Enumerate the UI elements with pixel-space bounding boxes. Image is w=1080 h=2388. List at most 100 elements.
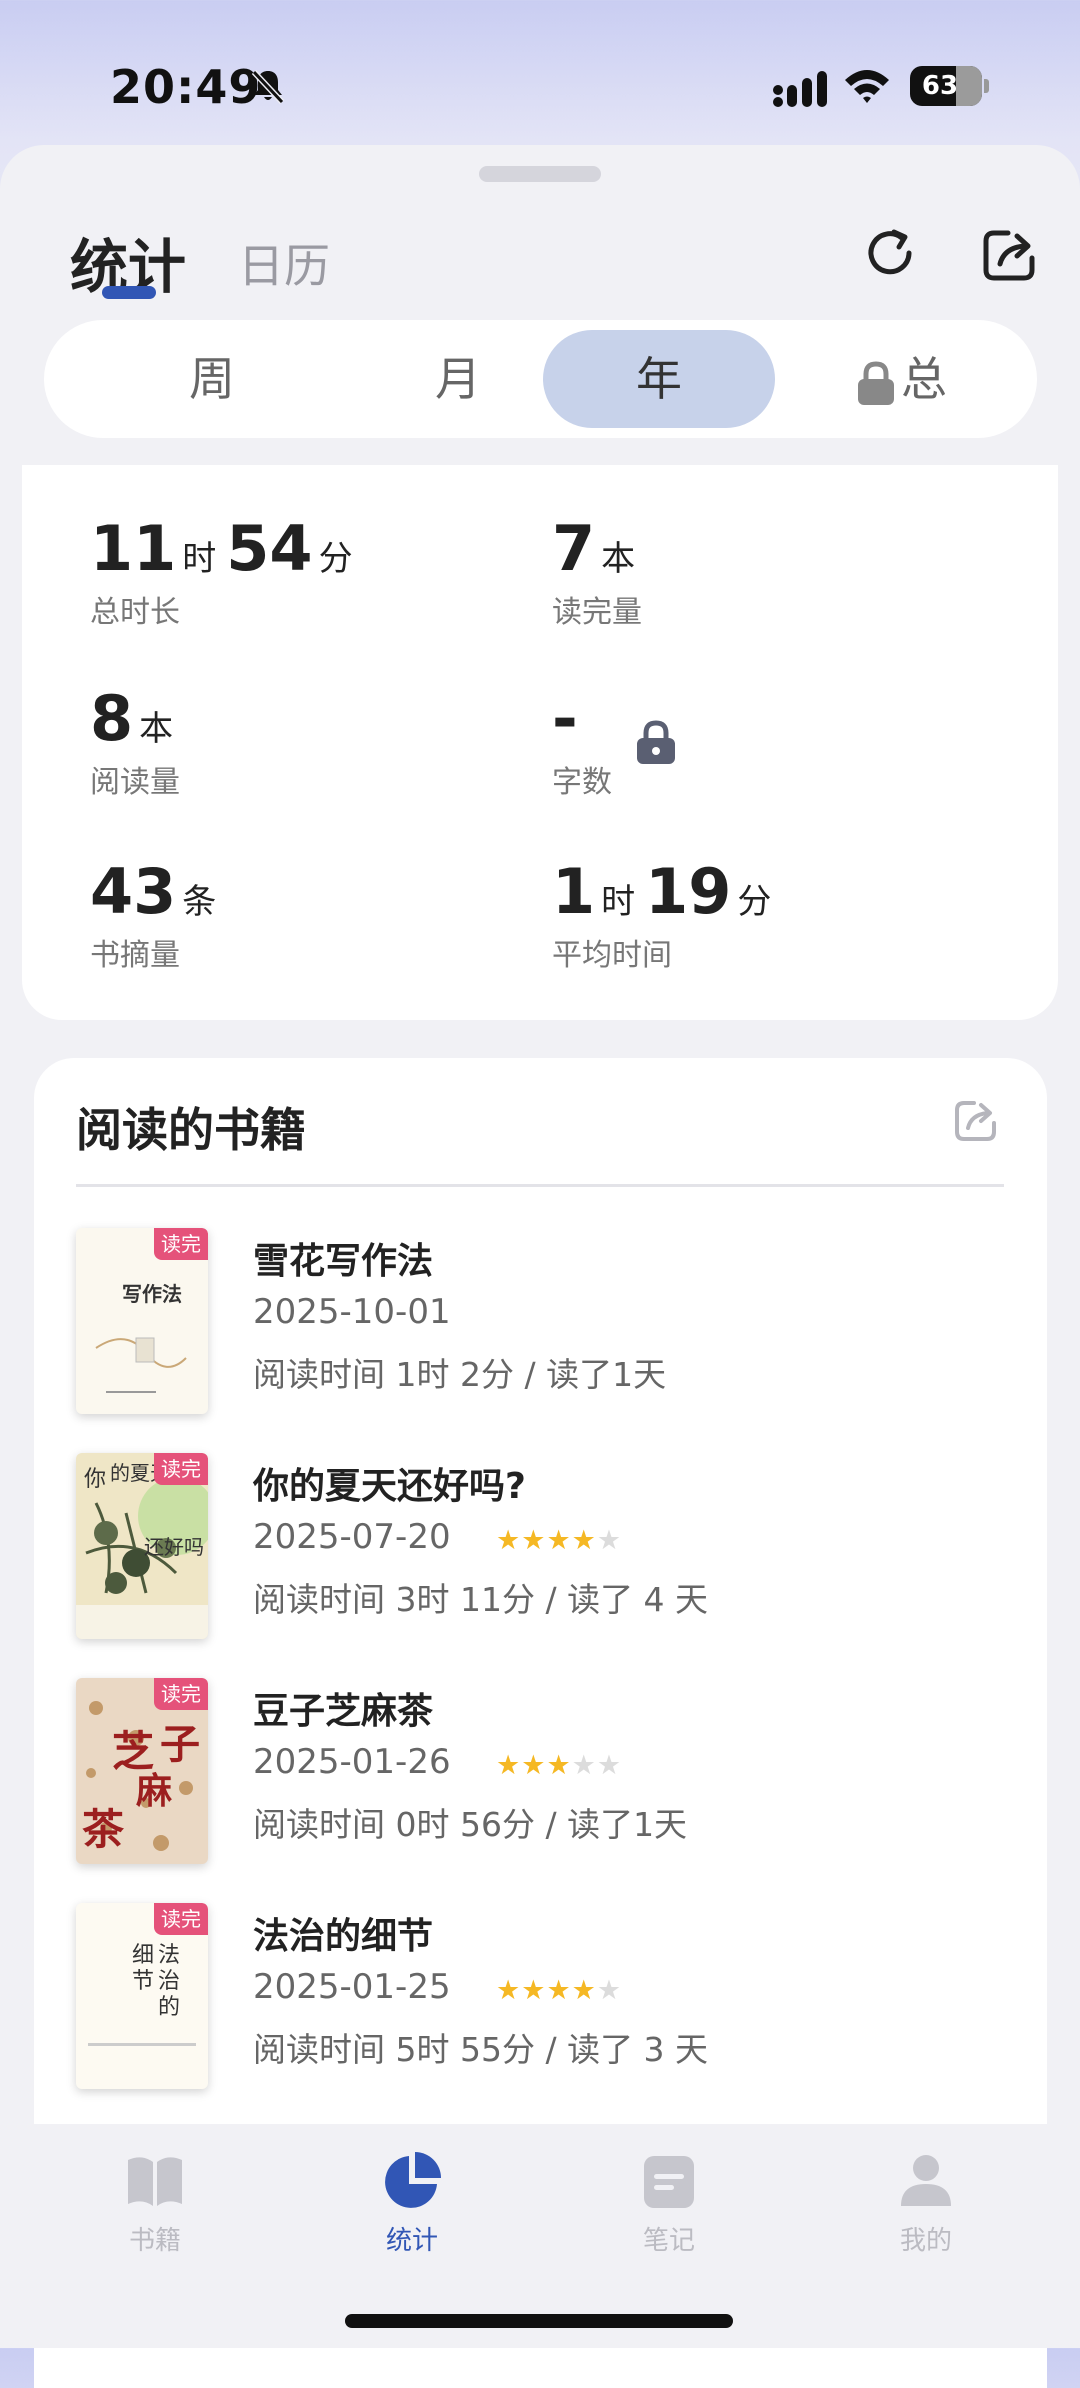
segment-total[interactable]: 总 bbox=[785, 330, 1017, 428]
tab-stats[interactable]: 统计 bbox=[352, 2148, 472, 2257]
star-filled-icon: ★ bbox=[496, 1975, 522, 2006]
rating-stars: ★★★★★ bbox=[496, 1750, 622, 1781]
stat-label: 总时长 bbox=[90, 595, 180, 630]
book-cover: 你 的夏天 还好吗 读完 bbox=[76, 1453, 208, 1639]
book-reading-info: 阅读时间 1时 2分 / 读了1天 bbox=[253, 1355, 667, 1394]
words-lock-icon[interactable] bbox=[634, 718, 678, 766]
star-empty-icon: ★ bbox=[596, 1750, 623, 1781]
tab-label: 书籍 bbox=[128, 2226, 181, 2256]
person-icon bbox=[901, 2155, 951, 2206]
star-empty-icon: ★ bbox=[596, 1525, 623, 1556]
stat-label: 阅读量 bbox=[90, 765, 180, 800]
books-section-title: 阅读的书籍 bbox=[76, 1103, 306, 1157]
star-filled-icon: ★ bbox=[521, 1525, 547, 1556]
book-cover: 写作法 读完 bbox=[76, 1228, 208, 1414]
cover-title-text: 你 bbox=[84, 1467, 107, 1492]
book-date: 2025-10-01 bbox=[253, 1292, 451, 1332]
book-item[interactable]: 芝 麻 茶 子 读完 豆子芝麻茶 2025-01-26 ★★★★★ 阅读时间 0… bbox=[76, 1678, 1036, 1868]
cover-title-text: 还好吗 bbox=[144, 1535, 204, 1559]
segment-total-label: 总 bbox=[901, 352, 947, 406]
unit-books: 本 bbox=[601, 539, 636, 579]
book-item[interactable]: 写作法 读完 雪花写作法 2025-10-01 阅读时间 1时 2分 / 读了1… bbox=[76, 1228, 1036, 1418]
book-icon bbox=[128, 2157, 182, 2206]
books-share-icon[interactable] bbox=[952, 1096, 1000, 1144]
segment-year[interactable]: 年 bbox=[543, 330, 775, 428]
tab-calendar[interactable]: 日历 bbox=[238, 230, 330, 296]
tab-books[interactable]: 书籍 bbox=[95, 2148, 215, 2257]
wifi-icon bbox=[845, 70, 889, 103]
rating-stars: ★★★★★ bbox=[496, 1975, 622, 2006]
stat-total-hours: 11 bbox=[90, 512, 177, 585]
pie-chart-icon bbox=[385, 2152, 441, 2208]
sheet-drag-handle[interactable] bbox=[479, 166, 601, 182]
book-date: 2025-01-26 bbox=[253, 1742, 451, 1782]
share-icon[interactable] bbox=[980, 224, 1040, 284]
book-title: 法治的细节 bbox=[253, 1916, 434, 1957]
unit-minutes: 分 bbox=[737, 882, 772, 922]
book-reading-info: 阅读时间 3时 11分 / 读了 4 天 bbox=[253, 1580, 709, 1619]
book-date: 2025-01-25 bbox=[253, 1967, 451, 2007]
book-title: 豆子芝麻茶 bbox=[253, 1691, 434, 1732]
bell-muted-icon bbox=[251, 69, 285, 105]
signal-icon bbox=[773, 71, 827, 107]
tab-label: 笔记 bbox=[642, 2226, 695, 2256]
stat-label: 读完量 bbox=[552, 595, 642, 630]
stat-label: 平均时间 bbox=[552, 938, 672, 973]
tab-me[interactable]: 我的 bbox=[866, 2148, 986, 2257]
stat-avg-minutes: 19 bbox=[645, 855, 732, 928]
period-segmented-control: 周 月 年 总 bbox=[44, 320, 1037, 438]
lock-icon bbox=[858, 360, 894, 405]
tab-notes[interactable]: 笔记 bbox=[609, 2148, 729, 2257]
stat-total-minutes: 54 bbox=[226, 512, 313, 585]
stat-excerpts: 43 条 书摘量 bbox=[90, 855, 226, 974]
stat-words: - 字数 bbox=[552, 682, 612, 801]
book-title: 你的夏天还好吗? bbox=[253, 1466, 526, 1507]
book-item[interactable]: 你 的夏天 还好吗 读完 你的夏天还好吗? 2025-07-20 ★★★★★ 阅… bbox=[76, 1453, 1036, 1643]
segment-week[interactable]: 周 bbox=[96, 330, 328, 428]
battery-level: 63 bbox=[921, 71, 959, 101]
status-bar: 20:49 63 bbox=[0, 0, 1080, 140]
star-filled-icon: ★ bbox=[521, 1750, 547, 1781]
stat-finished: 7本 读完量 bbox=[552, 512, 645, 631]
stat-reading-value: 8 bbox=[90, 682, 134, 755]
book-date: 2025-07-20 bbox=[253, 1517, 451, 1557]
segment-month[interactable]: 月 bbox=[342, 330, 574, 428]
star-filled-icon: ★ bbox=[571, 1975, 597, 2006]
stat-avg-time: 1 时 19 分 平均时间 bbox=[552, 855, 781, 974]
stat-reading: 8本 阅读量 bbox=[90, 682, 183, 801]
battery-icon: 63 bbox=[910, 66, 982, 106]
tab-label: 统计 bbox=[385, 2226, 438, 2256]
home-indicator[interactable] bbox=[345, 2314, 733, 2328]
cover-title-text: 法治的 bbox=[158, 1943, 181, 2020]
star-filled-icon: ★ bbox=[521, 1975, 547, 2006]
book-cover: 芝 麻 茶 子 读完 bbox=[76, 1678, 208, 1864]
star-filled-icon: ★ bbox=[546, 1525, 572, 1556]
refresh-icon[interactable] bbox=[862, 226, 920, 284]
finished-badge: 读完 bbox=[154, 1903, 208, 1935]
star-empty-icon: ★ bbox=[571, 1750, 597, 1781]
stat-words-value: - bbox=[552, 682, 578, 755]
star-filled-icon: ★ bbox=[496, 1525, 522, 1556]
book-item[interactable]: 法治的 细节 读完 法治的细节 2025-01-25 ★★★★★ 阅读时间 5时… bbox=[76, 1903, 1036, 2093]
unit-hours: 时 bbox=[182, 539, 217, 579]
cover-title-text: 写作法 bbox=[122, 1282, 182, 1306]
unit-items: 条 bbox=[182, 882, 217, 922]
star-filled-icon: ★ bbox=[496, 1750, 522, 1781]
star-filled-icon: ★ bbox=[546, 1975, 572, 2006]
unit-hours: 时 bbox=[601, 882, 636, 922]
active-tab-indicator bbox=[102, 286, 156, 299]
divider bbox=[76, 1184, 1004, 1187]
finished-badge: 读完 bbox=[154, 1453, 208, 1485]
unit-minutes: 分 bbox=[318, 539, 353, 579]
stat-excerpts-value: 43 bbox=[90, 855, 177, 928]
tab-label: 我的 bbox=[899, 2226, 952, 2256]
stat-total-time: 11 时 54 分 总时长 bbox=[90, 512, 363, 631]
star-empty-icon: ★ bbox=[596, 1975, 623, 2006]
note-icon bbox=[644, 2156, 694, 2208]
finished-badge: 读完 bbox=[154, 1678, 208, 1710]
book-reading-info: 阅读时间 5时 55分 / 读了 3 天 bbox=[253, 2030, 709, 2069]
stat-avg-hours: 1 bbox=[552, 855, 596, 928]
stat-label: 字数 bbox=[552, 765, 612, 800]
book-title: 雪花写作法 bbox=[253, 1241, 434, 1282]
stat-label: 书摘量 bbox=[90, 938, 180, 973]
